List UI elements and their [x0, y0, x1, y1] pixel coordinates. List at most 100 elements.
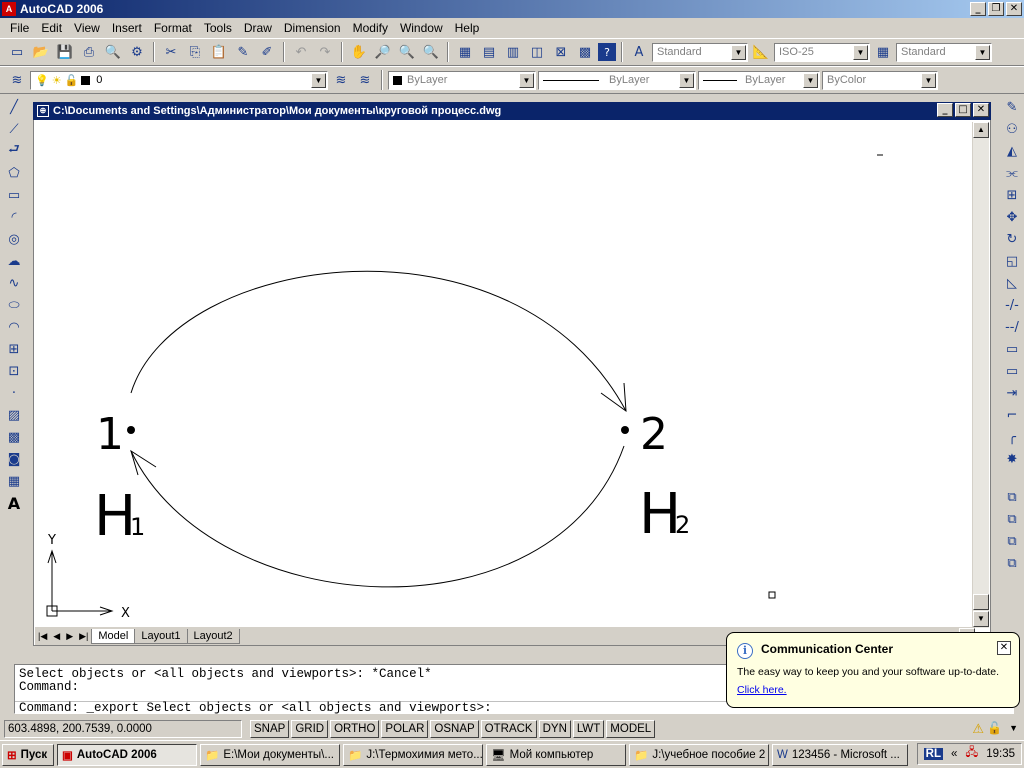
blockeditor-icon[interactable]: ✐	[256, 41, 278, 63]
menu-view[interactable]: View	[68, 21, 106, 35]
ellipse-arc-icon[interactable]: ◠	[3, 316, 25, 338]
dimstyle-icon[interactable]: 📐	[750, 41, 772, 63]
start-button[interactable]: ⊞ Пуск	[2, 743, 54, 766]
close-button[interactable]: ✕	[1006, 2, 1022, 16]
menu-tools[interactable]: Tools	[198, 21, 238, 35]
rectangle-icon[interactable]: ▭	[3, 184, 25, 206]
scroll-thumb[interactable]	[973, 594, 989, 610]
balloon-link[interactable]: Click here.	[737, 684, 1009, 696]
coordinate-readout[interactable]: 603.4898, 200.7539, 0.0000	[4, 720, 242, 738]
model-toggle[interactable]: MODEL	[606, 720, 656, 738]
snap-toggle[interactable]: SNAP	[250, 720, 290, 738]
markup-icon[interactable]: ⊠	[550, 41, 572, 63]
break-icon[interactable]: ▭	[1001, 360, 1023, 382]
redo-icon[interactable]: ↷	[314, 41, 336, 63]
cut-icon[interactable]: ✂	[160, 41, 182, 63]
last-tab-icon[interactable]: ▶|	[76, 631, 91, 642]
communication-center-balloon[interactable]: i Communication Center ✕ The easy way to…	[726, 632, 1020, 708]
make-block-icon[interactable]: ⊡	[3, 360, 25, 382]
toolpalettes-icon[interactable]: ▥	[502, 41, 524, 63]
insert-block-icon[interactable]: ⊞	[3, 338, 25, 360]
linetype-combo[interactable]: ByLayer ▼	[538, 70, 696, 90]
textstyle-icon[interactable]: A	[628, 41, 650, 63]
menu-insert[interactable]: Insert	[106, 21, 148, 35]
stretch-icon[interactable]: ◺	[1001, 272, 1023, 294]
zoom-window-icon[interactable]: 🔍	[396, 41, 418, 63]
matchprop-icon[interactable]: ✎	[232, 41, 254, 63]
gradient-icon[interactable]: ▩	[3, 426, 25, 448]
arc-icon[interactable]: ◜	[3, 206, 25, 228]
extend-icon[interactable]: --/	[1001, 316, 1023, 338]
lineweight-combo[interactable]: ByLayer ▼	[698, 70, 820, 90]
construction-line-icon[interactable]: ⟋	[3, 118, 25, 140]
new-icon[interactable]: ▭	[6, 41, 28, 63]
draworder-back-icon[interactable]: ⧉	[1001, 508, 1023, 530]
paste-icon[interactable]: 📋	[208, 41, 230, 63]
draworder-front-icon[interactable]: ⧉	[1001, 486, 1023, 508]
textstyle-combo[interactable]: Standard ▼	[652, 42, 748, 62]
tray-expand-icon[interactable]: «	[951, 748, 957, 760]
network-icon[interactable]: 🖧	[965, 745, 978, 764]
copy-icon[interactable]: ⎘	[184, 41, 206, 63]
drawing-minimize-button[interactable]: _	[937, 103, 953, 117]
tablestyle-combo[interactable]: Standard ▼	[896, 42, 992, 62]
layer-combo[interactable]: 💡 ☀ 🔓 0 ▼	[30, 70, 328, 90]
open-icon[interactable]: 📂	[30, 41, 52, 63]
drawing-close-button[interactable]: ✕	[973, 103, 989, 117]
designcenter-icon[interactable]: ▤	[478, 41, 500, 63]
calculator-icon[interactable]: ▩	[574, 41, 596, 63]
taskbar-item-my-computer[interactable]: 🖥 Мой компьютер	[486, 743, 626, 766]
plotstyle-combo[interactable]: ByColor ▼	[822, 70, 938, 90]
tablestyle-icon[interactable]: ▦	[872, 41, 894, 63]
menu-dimension[interactable]: Dimension	[278, 21, 347, 35]
plot-icon[interactable]: ⎙	[78, 41, 100, 63]
drawing-window[interactable]: 1 2 H 1 H 2 Y X	[33, 102, 991, 646]
mirror-icon[interactable]: ◭	[1001, 140, 1023, 162]
array-icon[interactable]: ⊞	[1001, 184, 1023, 206]
rotate-icon[interactable]: ↻	[1001, 228, 1023, 250]
language-indicator[interactable]: RL	[923, 748, 943, 760]
scroll-up-button[interactable]: ▲	[973, 122, 989, 138]
taskbar-item-folder-j2[interactable]: 📁 J:\учебное пособие 2	[629, 743, 769, 766]
next-tab-icon[interactable]: ▶	[63, 631, 76, 642]
trim-icon[interactable]: -/-	[1001, 294, 1023, 316]
scale-icon[interactable]: ◱	[1001, 250, 1023, 272]
move-icon[interactable]: ✥	[1001, 206, 1023, 228]
scroll-down-button[interactable]: ▼	[973, 611, 989, 627]
properties-icon[interactable]: ▦	[454, 41, 476, 63]
sheetset-icon[interactable]: ◫	[526, 41, 548, 63]
restore-button[interactable]: ❐	[988, 2, 1004, 16]
region-icon[interactable]: ◙	[3, 448, 25, 470]
save-icon[interactable]: 💾	[54, 41, 76, 63]
ortho-toggle[interactable]: ORTHO	[330, 720, 380, 738]
draworder-under-icon[interactable]: ⧉	[1001, 552, 1023, 574]
grid-toggle[interactable]: GRID	[291, 720, 329, 738]
taskbar-item-autocad[interactable]: ▣ AutoCAD 2006	[57, 743, 197, 766]
point-icon[interactable]: ·	[3, 382, 25, 404]
first-tab-icon[interactable]: |◀	[35, 631, 50, 642]
clock[interactable]: 19:35	[986, 748, 1015, 760]
hatch-icon[interactable]: ▨	[3, 404, 25, 426]
dimstyle-combo[interactable]: ISO-25 ▼	[774, 42, 870, 62]
tab-model[interactable]: Model	[91, 628, 136, 644]
draworder-above-icon[interactable]: ⧉	[1001, 530, 1023, 552]
warning-icon[interactable]: ⚠	[972, 721, 984, 737]
otrack-toggle[interactable]: OTRACK	[480, 720, 537, 738]
help-icon[interactable]: ?	[598, 43, 616, 61]
table-icon[interactable]: ▦	[3, 470, 25, 492]
tab-layout1[interactable]: Layout1	[134, 628, 188, 644]
menu-help[interactable]: Help	[449, 21, 486, 35]
explode-icon[interactable]: ✸	[1001, 448, 1023, 470]
menu-format[interactable]: Format	[148, 21, 198, 35]
join-icon[interactable]: ⇥	[1001, 382, 1023, 404]
menu-modify[interactable]: Modify	[347, 21, 394, 35]
taskbar-item-folder-j[interactable]: 📁 J:\Термохимия мето...	[343, 743, 483, 766]
revcloud-icon[interactable]: ☁	[3, 250, 25, 272]
lock-toolbar-icon[interactable]: 🔓	[987, 721, 1002, 735]
zoom-realtime-icon[interactable]: 🔎	[372, 41, 394, 63]
layer-previous-icon[interactable]: ≋	[354, 69, 376, 91]
polyline-icon[interactable]: ⮐	[3, 140, 25, 162]
drawing-canvas[interactable]: 1 2 H 1 H 2 Y X	[34, 103, 992, 647]
drawing-maximize-button[interactable]: □	[955, 103, 971, 117]
polygon-icon[interactable]: ⬠	[3, 162, 25, 184]
